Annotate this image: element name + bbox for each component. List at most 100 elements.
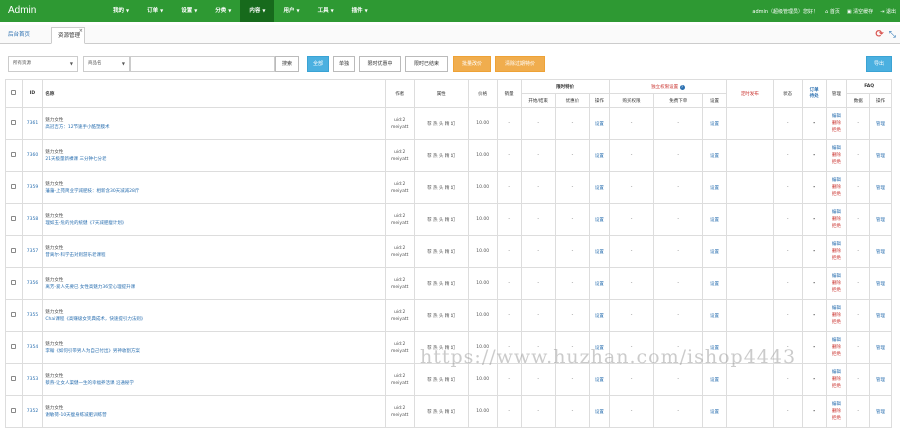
row-price[interactable]: 10.00	[467, 363, 498, 396]
header-id[interactable]: ID	[21, 79, 44, 108]
row-faq-manage-link[interactable]: 管理	[869, 203, 892, 236]
reject-link[interactable]: 拒绝	[827, 127, 846, 134]
export-button[interactable]: 导出	[866, 56, 892, 72]
delete-link[interactable]: 删除	[827, 184, 846, 191]
delete-link[interactable]: 删除	[827, 248, 846, 255]
row-faq-manage-link[interactable]: 管理	[869, 363, 892, 396]
row-id[interactable]: 7353	[21, 363, 44, 396]
row-attrs[interactable]: 荐 热 头 精 幻	[413, 107, 469, 140]
reject-link[interactable]: 拒绝	[827, 351, 846, 358]
reject-link[interactable]: 拒绝	[827, 159, 846, 166]
row-price[interactable]: 10.00	[467, 171, 498, 204]
row-title[interactable]: 21天极量新裸课 三分钟七分老	[45, 156, 384, 163]
single-button[interactable]: 单独	[333, 56, 355, 72]
edit-link[interactable]: 编辑	[827, 145, 846, 152]
row-id[interactable]: 7358	[21, 203, 44, 236]
row-limited-set-link[interactable]: 设置	[589, 363, 610, 396]
row-exclusive-set-link[interactable]: 设置	[702, 299, 727, 332]
user-greeting[interactable]: admin（超级管理员）您好！	[752, 8, 818, 15]
row-id[interactable]: 7359	[21, 171, 44, 204]
edit-link[interactable]: 编辑	[827, 209, 846, 216]
delete-link[interactable]: 删除	[827, 312, 846, 319]
nav-item-users[interactable]: 用户 ▼	[274, 0, 308, 22]
refresh-icon[interactable]: ⟳	[875, 29, 883, 40]
row-checkbox[interactable]	[11, 408, 17, 413]
row-exclusive-set-link[interactable]: 设置	[702, 267, 727, 300]
row-exclusive-set-link[interactable]: 设置	[702, 139, 727, 172]
timed-ended-button[interactable]: 限时已结束	[405, 56, 448, 72]
row-limited-set-link[interactable]: 设置	[589, 107, 610, 140]
row-id[interactable]: 7360	[21, 139, 44, 172]
header-sales[interactable]: 销量	[496, 79, 522, 108]
row-price[interactable]: 10.00	[467, 139, 498, 172]
row-checkbox[interactable]	[11, 312, 17, 317]
row-category[interactable]: 魅力女性	[45, 213, 384, 220]
row-title[interactable]: 藩藩-上苑简业学减肥技：相新含30天减减28斤	[45, 188, 384, 195]
clear-cache-link[interactable]: ▣ 清空缓存	[847, 8, 873, 15]
row-id[interactable]: 7354	[21, 331, 44, 364]
close-icon[interactable]: ×	[79, 23, 83, 39]
nav-item-settings[interactable]: 设置 ▼	[172, 0, 206, 22]
row-faq-manage-link[interactable]: 管理	[869, 395, 892, 428]
row-limited-set-link[interactable]: 设置	[589, 395, 610, 428]
row-title[interactable]: 谢敏荷-10天瘦身练减肥训练营	[45, 412, 384, 419]
row-category[interactable]: 魅力女性	[45, 405, 384, 412]
row-faq-manage-link[interactable]: 管理	[869, 299, 892, 332]
row-category[interactable]: 魅力女性	[45, 277, 384, 284]
row-title[interactable]: 离芳-爱人先要已 女性高魅力36堂心理提升课	[45, 284, 384, 291]
row-exclusive-set-link[interactable]: 设置	[702, 203, 727, 236]
row-checkbox[interactable]	[11, 152, 17, 157]
row-faq-manage-link[interactable]: 管理	[869, 139, 892, 172]
row-limited-set-link[interactable]: 设置	[589, 171, 610, 204]
row-price[interactable]: 10.00	[467, 267, 498, 300]
row-id[interactable]: 7356	[21, 267, 44, 300]
row-limited-set-link[interactable]: 设置	[589, 235, 610, 268]
delete-link[interactable]: 删除	[827, 280, 846, 287]
help-icon[interactable]: ?	[679, 84, 685, 90]
tab-resources[interactable]: 资源管理 ×	[51, 27, 85, 44]
header-price[interactable]: 价格	[467, 79, 498, 108]
row-checkbox[interactable]	[11, 376, 17, 381]
row-limited-set-link[interactable]: 设置	[589, 203, 610, 236]
row-exclusive-set-link[interactable]: 设置	[702, 107, 727, 140]
row-id[interactable]: 7361	[21, 107, 44, 140]
search-input[interactable]	[130, 56, 275, 72]
delete-link[interactable]: 删除	[827, 120, 846, 127]
edit-link[interactable]: 编辑	[827, 401, 846, 408]
row-category[interactable]: 魅力女性	[45, 373, 384, 380]
row-category[interactable]: 魅力女性	[45, 117, 384, 124]
nav-item-content[interactable]: 内容 ▼	[240, 0, 275, 22]
row-attrs[interactable]: 荐 热 头 精 幻	[413, 203, 469, 236]
row-category[interactable]: 魅力女性	[45, 309, 384, 316]
delete-link[interactable]: 删除	[827, 408, 846, 415]
edit-link[interactable]: 编辑	[827, 273, 846, 280]
row-exclusive-set-link[interactable]: 设置	[702, 331, 727, 364]
collapse-icon[interactable]: ⤡	[889, 30, 896, 40]
row-checkbox[interactable]	[11, 280, 17, 285]
row-attrs[interactable]: 荐 热 头 精 幻	[413, 299, 469, 332]
row-title[interactable]: 李翰《如何引带男人为自己付出》男神收割方案	[45, 348, 384, 355]
home-link[interactable]: ⌂ 首页	[825, 8, 840, 15]
row-attrs[interactable]: 荐 热 头 精 幻	[413, 235, 469, 268]
reject-link[interactable]: 拒绝	[827, 255, 846, 262]
row-id[interactable]: 7352	[21, 395, 44, 428]
row-attrs[interactable]: 荐 热 头 精 幻	[413, 171, 469, 204]
edit-link[interactable]: 编辑	[827, 369, 846, 376]
row-faq-manage-link[interactable]: 管理	[869, 331, 892, 364]
row-category[interactable]: 魅力女性	[45, 149, 384, 156]
search-button[interactable]: 搜索	[275, 56, 299, 72]
row-exclusive-set-link[interactable]: 设置	[702, 395, 727, 428]
row-faq-manage-link[interactable]: 管理	[869, 267, 892, 300]
edit-link[interactable]: 编辑	[827, 113, 846, 120]
delete-link[interactable]: 删除	[827, 152, 846, 159]
edit-link[interactable]: 编辑	[827, 305, 846, 312]
delete-link[interactable]: 删除	[827, 344, 846, 351]
row-id[interactable]: 7355	[21, 299, 44, 332]
nav-item-mine[interactable]: 我的 ▼	[104, 0, 138, 22]
row-id[interactable]: 7357	[21, 235, 44, 268]
row-checkbox[interactable]	[11, 216, 17, 221]
reject-link[interactable]: 拒绝	[827, 415, 846, 422]
row-exclusive-set-link[interactable]: 设置	[702, 171, 727, 204]
row-attrs[interactable]: 荐 热 头 精 幻	[413, 395, 469, 428]
row-title[interactable]: Chai课程《高赚级女笑典成术，快速提引力法则》	[45, 316, 384, 323]
